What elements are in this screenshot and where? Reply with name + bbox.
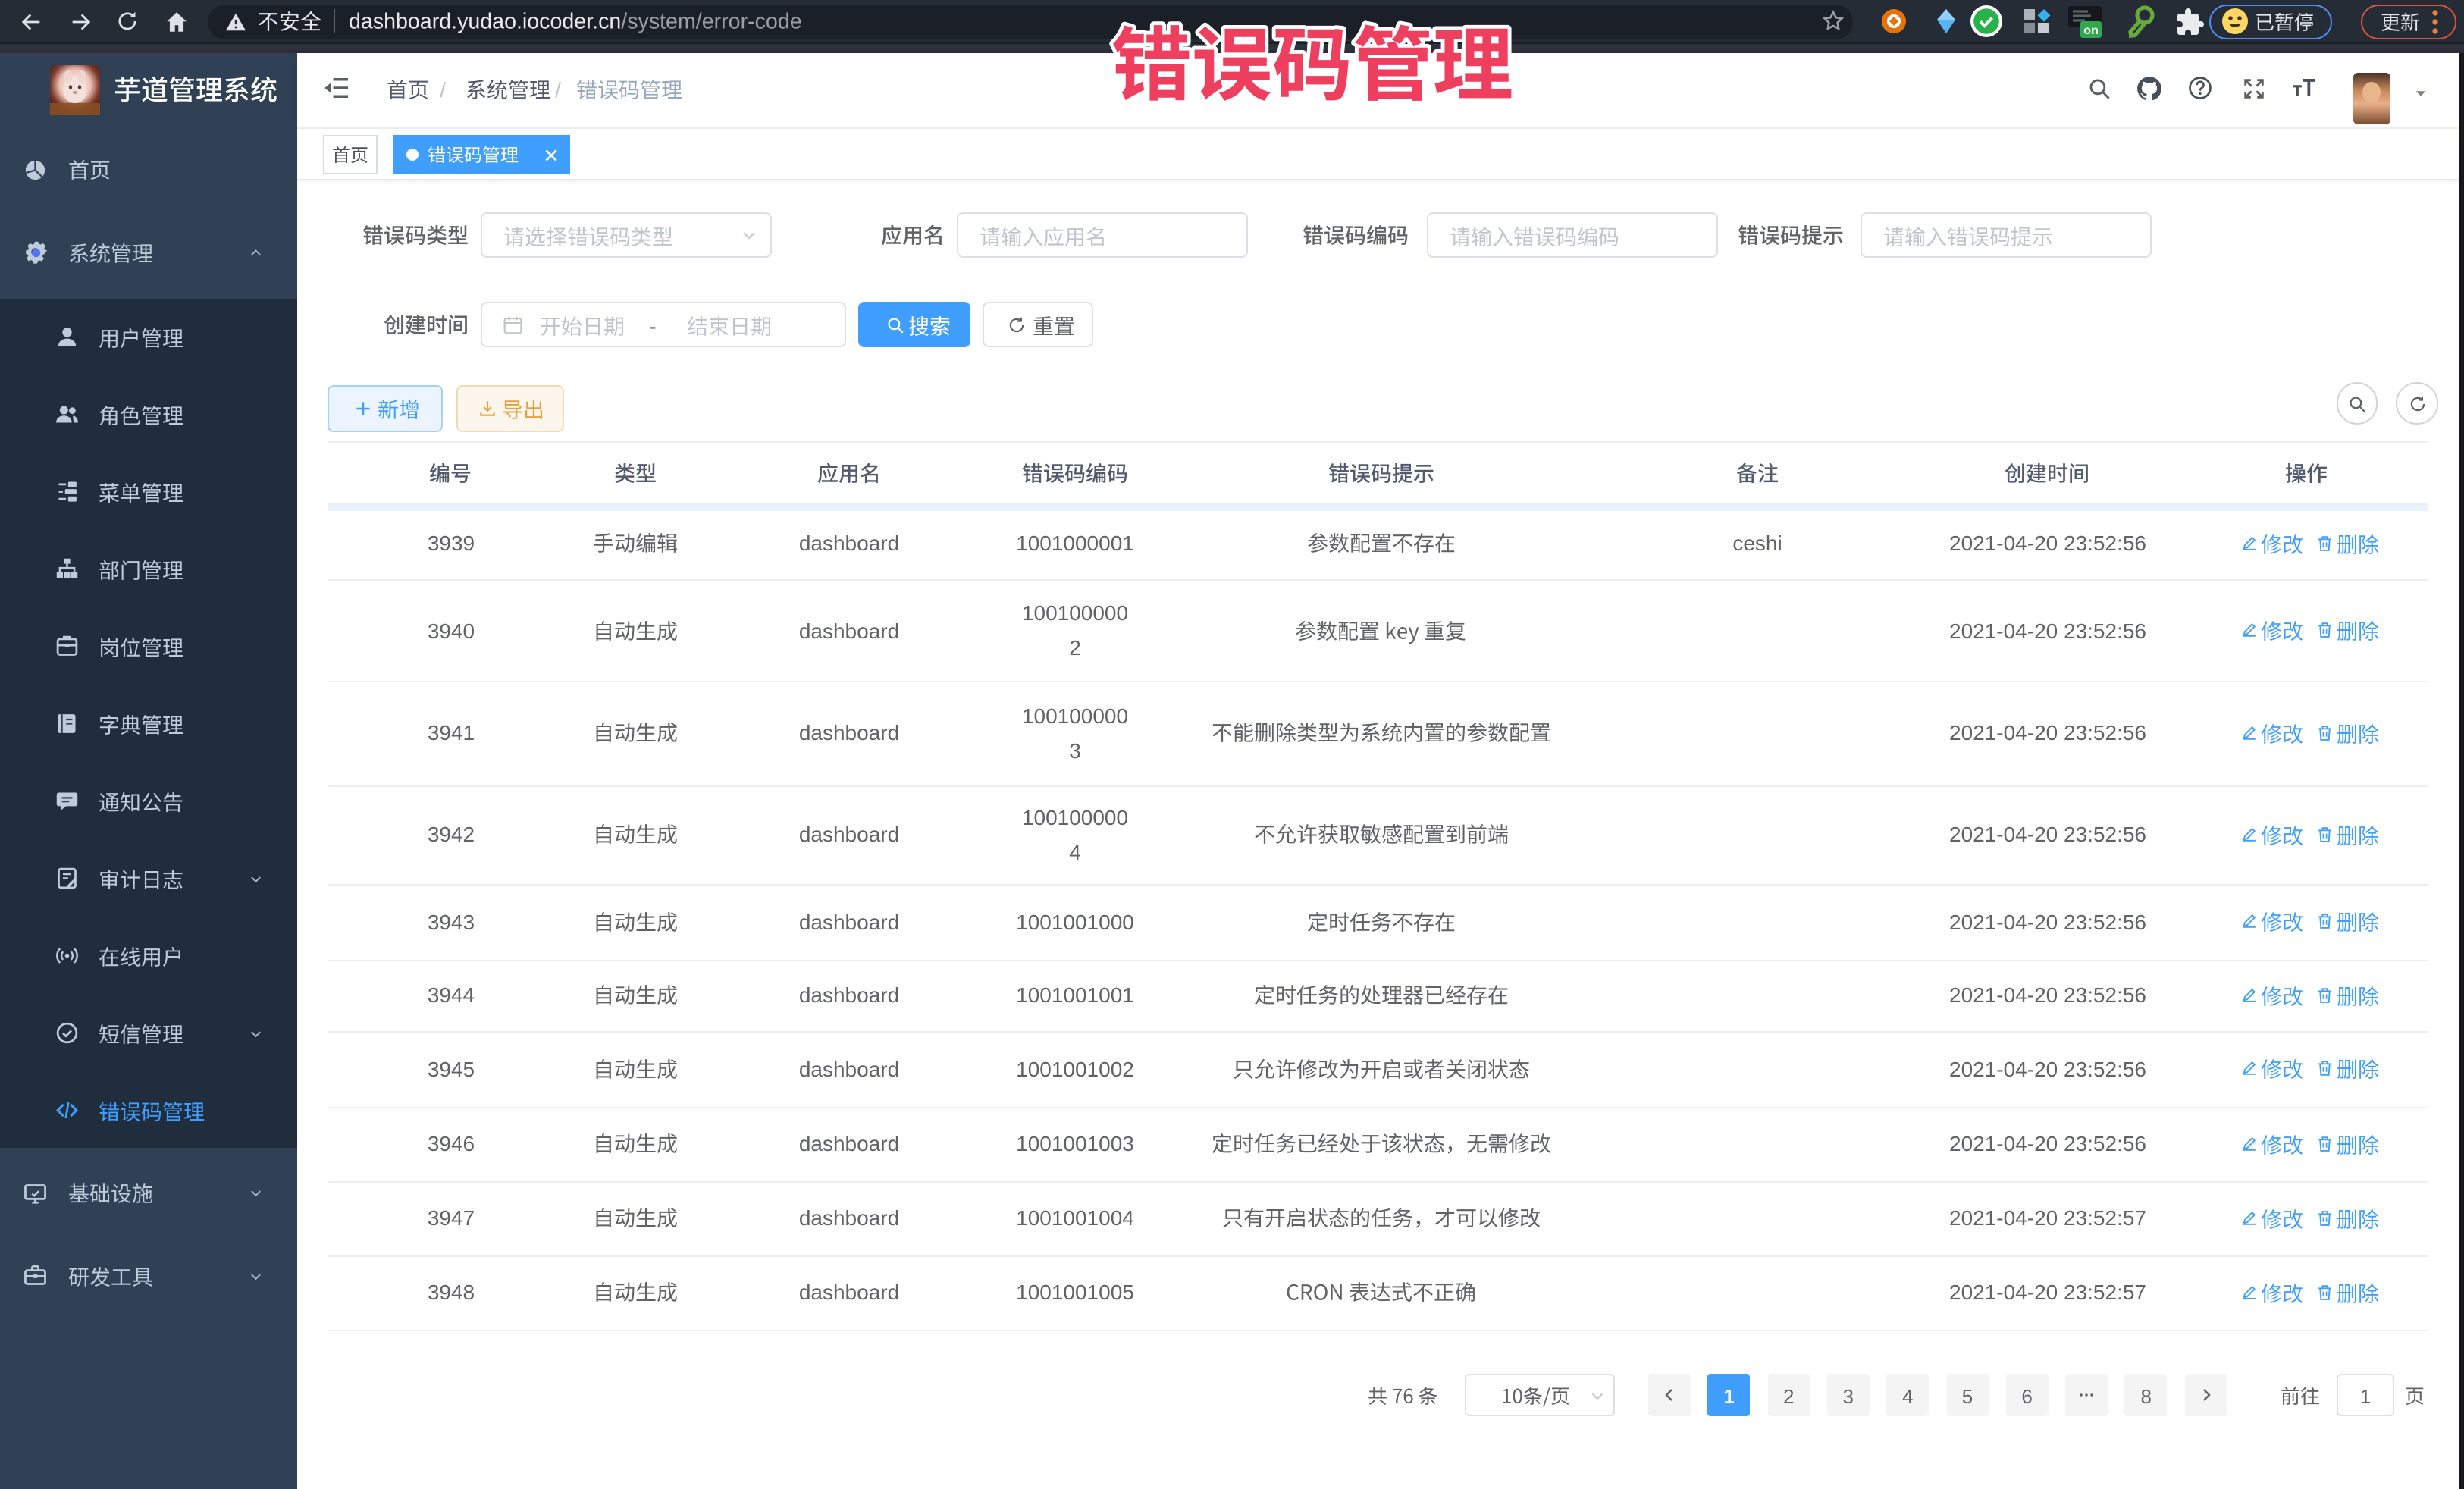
svg-text:on: on (2083, 24, 2099, 37)
